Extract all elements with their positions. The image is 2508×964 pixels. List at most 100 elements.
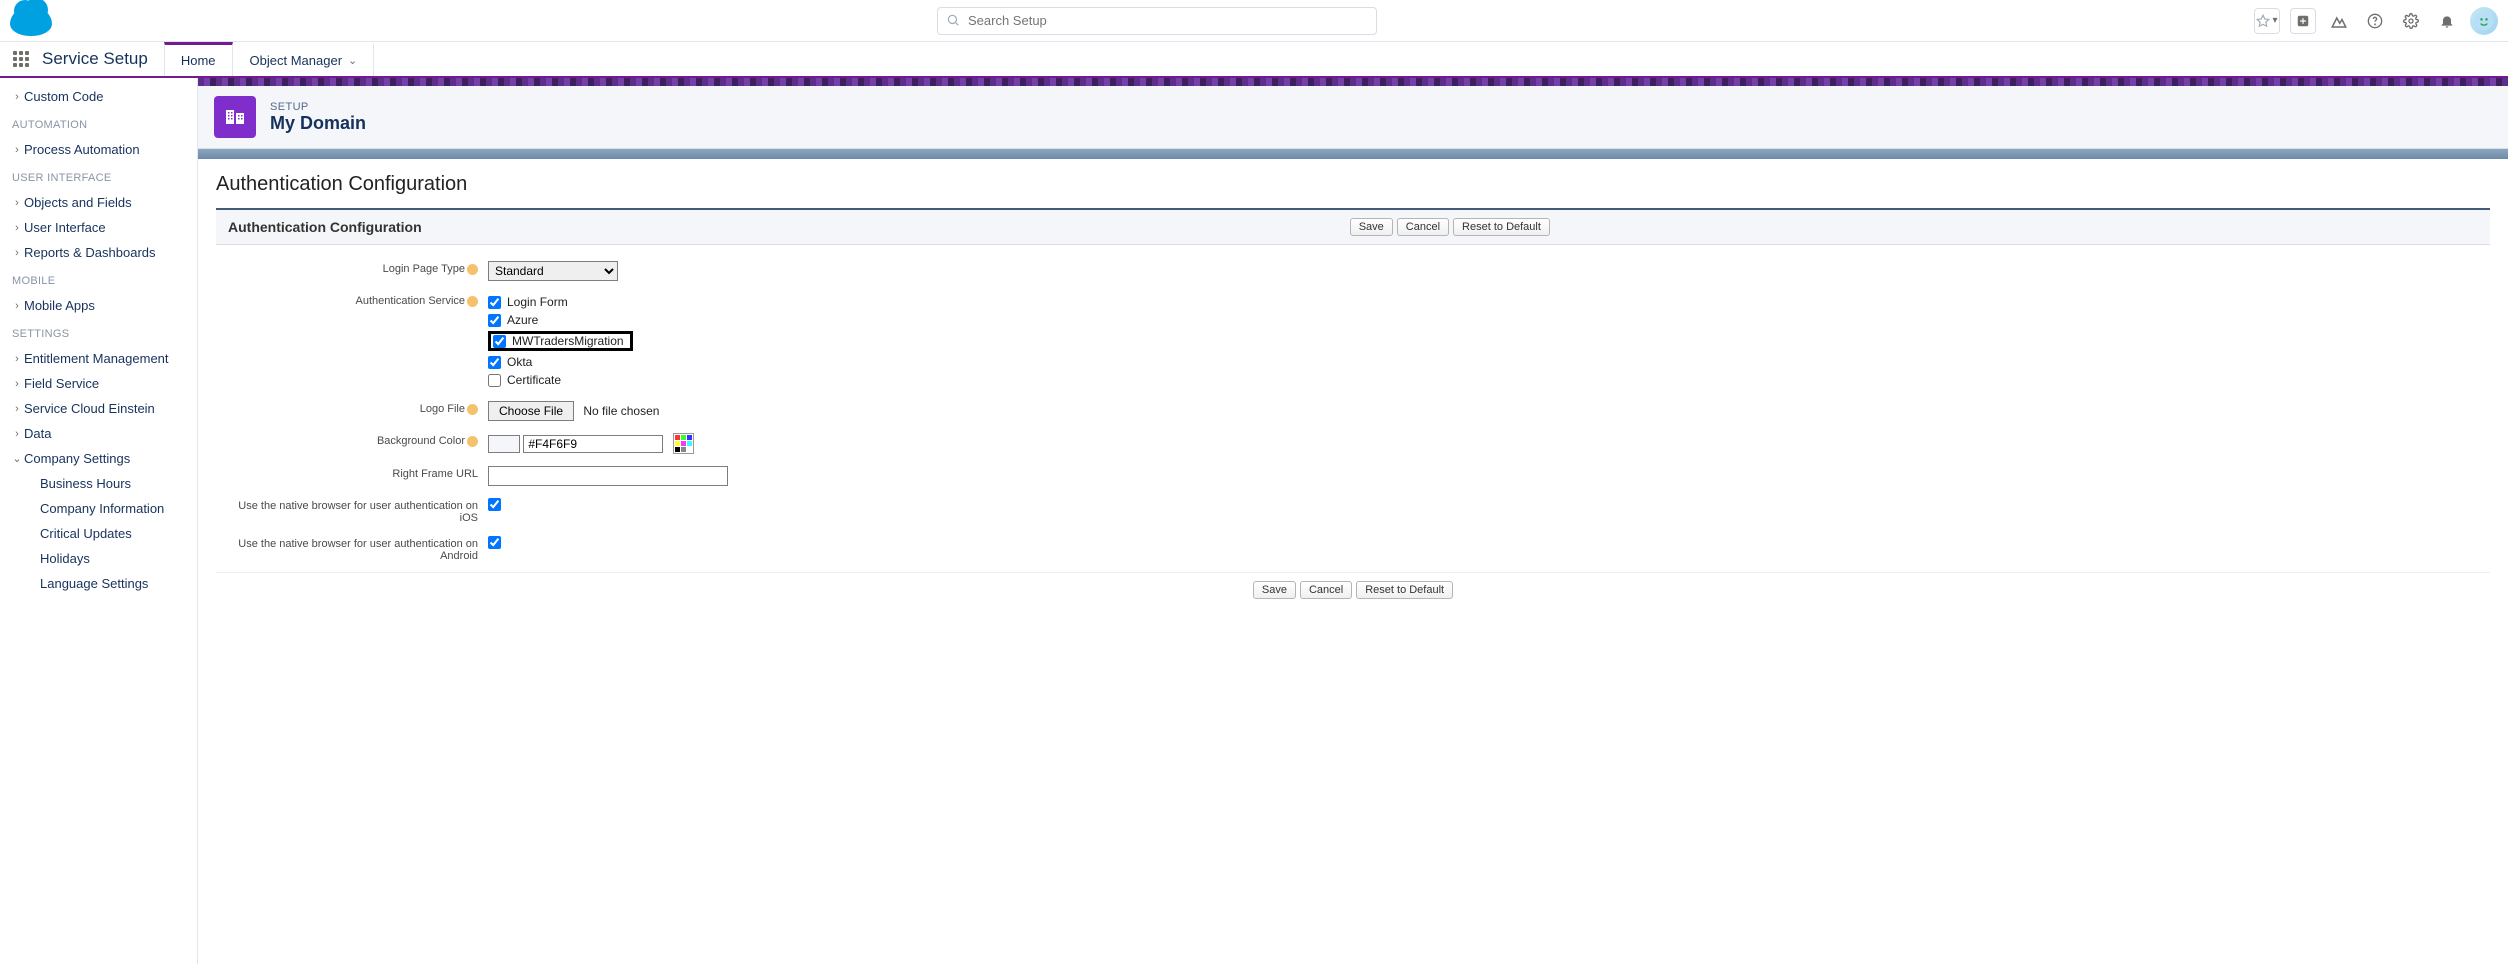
sidebar-item-label: Process Automation — [24, 142, 140, 157]
chevron-right-icon: › — [10, 247, 24, 259]
sidebar-item[interactable]: ›Service Cloud Einstein — [0, 396, 197, 421]
sidebar-item-label: Custom Code — [24, 89, 103, 104]
tab-object-manager[interactable]: Object Manager⌄ — [233, 42, 375, 76]
sidebar-item-label: User Interface — [24, 220, 106, 235]
section-heading: Authentication Configuration — [216, 173, 2490, 196]
global-header: ▾ — [0, 0, 2508, 42]
auth-service-checkbox[interactable] — [493, 335, 506, 348]
search-icon — [946, 13, 960, 30]
chevron-right-icon: › — [10, 300, 24, 312]
help-icon[interactable] — [467, 296, 478, 307]
notifications-icon[interactable] — [2434, 8, 2460, 34]
login-page-type-select[interactable]: Standard — [488, 261, 618, 281]
app-launcher-icon[interactable] — [10, 42, 32, 76]
chevron-right-icon: › — [10, 144, 24, 156]
sidebar-item[interactable]: Company Information — [0, 496, 197, 521]
search-input[interactable] — [937, 7, 1377, 35]
sidebar-item[interactable]: ›User Interface — [0, 215, 197, 240]
my-domain-icon — [214, 96, 256, 138]
auth-service-label: Azure — [507, 313, 538, 327]
sidebar-item[interactable]: ⌄Company Settings — [0, 446, 197, 471]
sidebar-item-label: Objects and Fields — [24, 195, 132, 210]
label-login-page-type: Login Page Type — [228, 261, 488, 275]
app-nav: Service Setup Home Object Manager⌄ — [0, 42, 2508, 78]
cancel-button[interactable]: Cancel — [1397, 218, 1449, 236]
help-icon[interactable] — [467, 436, 478, 447]
sidebar-item[interactable]: ›Custom Code — [0, 84, 197, 109]
sidebar-item[interactable]: ›Data — [0, 421, 197, 446]
sidebar-item[interactable]: Language Settings — [0, 571, 197, 596]
sidebar-item-label: Entitlement Management — [24, 351, 169, 366]
sidebar-item[interactable]: ›Objects and Fields — [0, 190, 197, 215]
section-subtitle: Authentication Configuration — [228, 219, 422, 235]
gear-icon[interactable] — [2398, 8, 2424, 34]
sidebar-group: USER INTERFACE — [0, 162, 197, 190]
decorative-strip — [198, 78, 2508, 86]
bg-color-input[interactable] — [523, 435, 663, 453]
native-android-checkbox[interactable] — [488, 536, 501, 549]
label-logo-file: Logo File — [228, 401, 488, 415]
page-header: SETUP My Domain — [198, 86, 2508, 149]
sidebar-item-label: Company Settings — [24, 451, 130, 466]
auth-service-checkbox[interactable] — [488, 314, 501, 327]
sidebar-group: SETTINGS — [0, 318, 197, 346]
sidebar-item-label: Service Cloud Einstein — [24, 401, 155, 416]
choose-file-button[interactable]: Choose File — [488, 401, 574, 421]
sidebar-group: AUTOMATION — [0, 109, 197, 137]
auth-service-checkbox[interactable] — [488, 374, 501, 387]
global-search — [937, 7, 1377, 35]
auth-service-label: MWTradersMigration — [512, 334, 624, 348]
page-title: My Domain — [270, 113, 366, 134]
sidebar-item[interactable]: Holidays — [0, 546, 197, 571]
chevron-right-icon: › — [10, 428, 24, 440]
main-content: SETUP My Domain Authentication Configura… — [198, 78, 2508, 964]
label-bg-color: Background Color — [228, 433, 488, 447]
help-icon[interactable] — [467, 264, 478, 275]
save-button[interactable]: Save — [1350, 218, 1393, 236]
help-icon[interactable] — [467, 404, 478, 415]
chevron-right-icon: › — [10, 222, 24, 234]
auth-service-checkbox[interactable] — [488, 356, 501, 369]
auth-service-label: Login Form — [507, 295, 568, 309]
right-frame-url-input[interactable] — [488, 466, 728, 486]
reset-button[interactable]: Reset to Default — [1453, 218, 1550, 236]
auth-service-label: Certificate — [507, 373, 561, 387]
add-button[interactable] — [2290, 8, 2316, 34]
chevron-right-icon: › — [10, 378, 24, 390]
tab-home[interactable]: Home — [164, 42, 233, 76]
chevron-down-icon: ⌄ — [10, 452, 24, 465]
sidebar-item-label: Field Service — [24, 376, 99, 391]
user-avatar[interactable] — [2470, 7, 2498, 35]
sidebar-item[interactable]: ›Process Automation — [0, 137, 197, 162]
cancel-button-bottom[interactable]: Cancel — [1300, 581, 1352, 599]
save-button-bottom[interactable]: Save — [1253, 581, 1296, 599]
auth-service-label: Okta — [507, 355, 532, 369]
color-swatch — [488, 435, 520, 453]
label-native-android: Use the native browser for user authenti… — [228, 536, 488, 562]
salesforce-logo — [10, 6, 52, 36]
sidebar-item[interactable]: ›Reports & Dashboards — [0, 240, 197, 265]
trailhead-icon[interactable] — [2326, 8, 2352, 34]
chevron-down-icon: ⌄ — [348, 54, 357, 67]
sidebar-group: MOBILE — [0, 265, 197, 293]
header-eyebrow: SETUP — [270, 101, 366, 113]
sidebar-item[interactable]: ›Field Service — [0, 371, 197, 396]
color-picker-icon[interactable] — [673, 433, 694, 454]
chevron-right-icon: › — [10, 91, 24, 103]
sidebar-item[interactable]: Critical Updates — [0, 521, 197, 546]
setup-sidebar: ›Custom CodeAUTOMATION›Process Automatio… — [0, 78, 198, 964]
sidebar-item[interactable]: ›Entitlement Management — [0, 346, 197, 371]
reset-button-bottom[interactable]: Reset to Default — [1356, 581, 1453, 599]
favorites-button[interactable]: ▾ — [2254, 8, 2280, 34]
label-right-frame: Right Frame URL — [228, 466, 488, 480]
highlighted-auth-service: MWTradersMigration — [488, 331, 633, 351]
native-ios-checkbox[interactable] — [488, 498, 501, 511]
header-actions: ▾ — [2254, 7, 2498, 35]
sidebar-item[interactable]: ›Mobile Apps — [0, 293, 197, 318]
sidebar-item[interactable]: Business Hours — [0, 471, 197, 496]
sidebar-item-label: Mobile Apps — [24, 298, 95, 313]
chevron-right-icon: › — [10, 197, 24, 209]
help-icon[interactable] — [2362, 8, 2388, 34]
auth-service-checkbox[interactable] — [488, 296, 501, 309]
chevron-right-icon: › — [10, 403, 24, 415]
